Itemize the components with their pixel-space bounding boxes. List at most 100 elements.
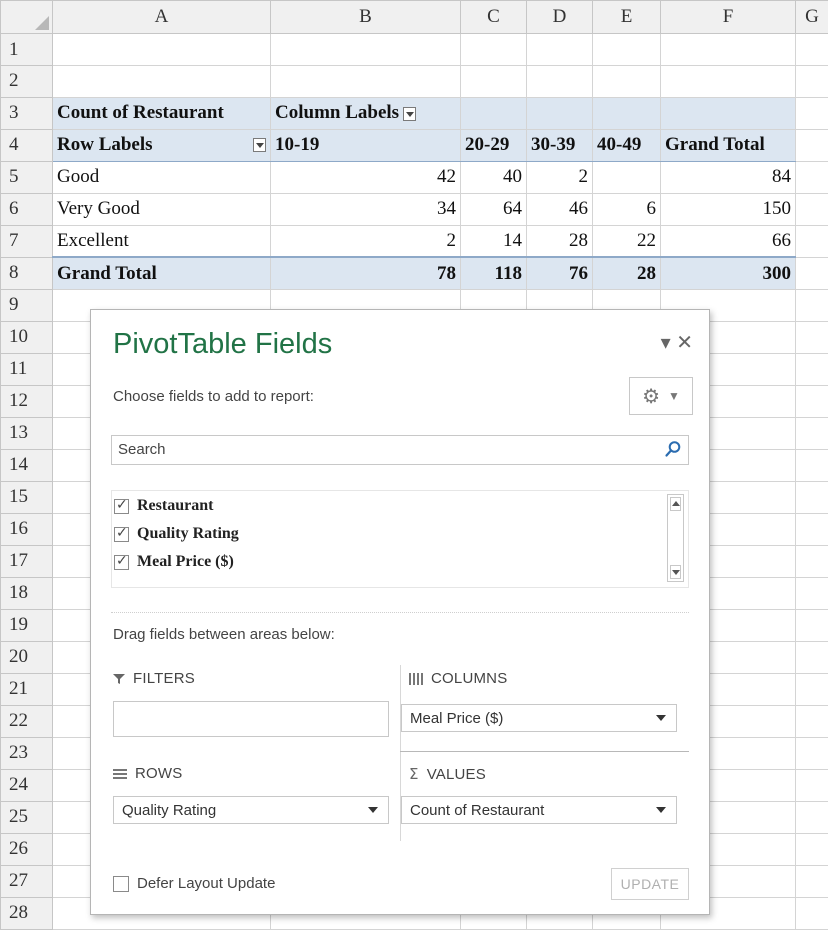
pivot-value[interactable]: 40 bbox=[460, 160, 527, 194]
row-header[interactable]: 9 bbox=[0, 288, 53, 322]
row-header[interactable]: 4 bbox=[0, 128, 53, 162]
row-header[interactable]: 20 bbox=[0, 640, 53, 674]
cell[interactable] bbox=[460, 33, 527, 66]
grand-total-value[interactable]: 300 bbox=[660, 256, 796, 290]
row-header[interactable]: 25 bbox=[0, 800, 53, 834]
row-header[interactable]: 5 bbox=[0, 160, 53, 194]
row-header[interactable]: 6 bbox=[0, 192, 53, 226]
field-item-meal-price[interactable]: Meal Price ($) bbox=[112, 549, 234, 575]
cell[interactable] bbox=[795, 33, 828, 66]
cell[interactable] bbox=[795, 640, 828, 674]
pivot-row-labels-cell[interactable]: Row Labels bbox=[52, 128, 271, 162]
row-header[interactable]: 24 bbox=[0, 768, 53, 802]
cell[interactable] bbox=[795, 800, 828, 834]
search-icon[interactable] bbox=[664, 440, 682, 458]
search-box[interactable] bbox=[111, 435, 689, 465]
pivot-value[interactable]: 28 bbox=[526, 224, 593, 258]
dropdown-arrow-icon[interactable] bbox=[368, 807, 378, 813]
pivot-value[interactable]: 2 bbox=[270, 224, 461, 258]
grand-total-value[interactable]: 118 bbox=[460, 256, 527, 290]
cell[interactable] bbox=[795, 480, 828, 514]
pivot-value[interactable]: 22 bbox=[592, 224, 661, 258]
pivot-value[interactable]: 42 bbox=[270, 160, 461, 194]
row-header[interactable]: 3 bbox=[0, 96, 53, 130]
pivot-value[interactable]: 2 bbox=[526, 160, 593, 194]
pivot-col-header[interactable]: 30-39 bbox=[526, 128, 593, 162]
update-button[interactable]: UPDATE bbox=[611, 868, 689, 900]
defer-checkbox[interactable] bbox=[113, 875, 129, 892]
row-header[interactable]: 14 bbox=[0, 448, 53, 482]
cell[interactable] bbox=[795, 608, 828, 642]
pivot-value[interactable] bbox=[592, 160, 661, 194]
cell[interactable] bbox=[460, 65, 527, 98]
pivot-row-label[interactable]: Very Good bbox=[52, 192, 271, 226]
row-header[interactable]: 7 bbox=[0, 224, 53, 258]
cell[interactable] bbox=[795, 896, 828, 930]
cell[interactable] bbox=[795, 576, 828, 610]
pivot-count-label[interactable]: Count of Restaurant bbox=[52, 96, 271, 130]
row-labels-filter-icon[interactable] bbox=[253, 138, 266, 153]
cell[interactable] bbox=[526, 33, 593, 66]
dropdown-arrow-icon[interactable] bbox=[656, 715, 666, 721]
pivot-value[interactable]: 150 bbox=[660, 192, 796, 226]
cell[interactable] bbox=[795, 832, 828, 866]
checkbox[interactable] bbox=[114, 553, 129, 570]
defer-layout-update[interactable]: Defer Layout Update bbox=[113, 875, 275, 892]
pivot-col-header[interactable]: 10-19 bbox=[270, 128, 461, 162]
pane-options-close-icon[interactable]: ▾ ✕ bbox=[661, 330, 693, 355]
checkbox[interactable] bbox=[114, 525, 129, 542]
row-header[interactable]: 17 bbox=[0, 544, 53, 578]
pivot-value[interactable]: 46 bbox=[526, 192, 593, 226]
pivot-value[interactable]: 84 bbox=[660, 160, 796, 194]
pivot-cell[interactable] bbox=[660, 96, 796, 130]
pivot-value[interactable]: 6 bbox=[592, 192, 661, 226]
cell[interactable] bbox=[795, 736, 828, 770]
cell[interactable] bbox=[52, 33, 271, 66]
pivot-col-header[interactable]: 40-49 bbox=[592, 128, 661, 162]
cell[interactable] bbox=[795, 288, 828, 322]
cell[interactable] bbox=[795, 704, 828, 738]
rows-field-quality-rating[interactable]: Quality Rating bbox=[113, 796, 389, 824]
cell[interactable] bbox=[795, 352, 828, 386]
pivot-value[interactable]: 66 bbox=[660, 224, 796, 258]
cell[interactable] bbox=[795, 160, 828, 194]
cell[interactable] bbox=[660, 33, 796, 66]
cell[interactable] bbox=[795, 192, 828, 226]
cell[interactable] bbox=[270, 33, 461, 66]
row-header[interactable]: 28 bbox=[0, 896, 53, 930]
row-header[interactable]: 27 bbox=[0, 864, 53, 898]
row-header[interactable]: 18 bbox=[0, 576, 53, 610]
cell[interactable] bbox=[795, 384, 828, 418]
grand-total-value[interactable]: 78 bbox=[270, 256, 461, 290]
cell[interactable] bbox=[795, 672, 828, 706]
row-header[interactable]: 1 bbox=[0, 33, 53, 66]
scroll-down-icon[interactable] bbox=[670, 565, 681, 579]
cell[interactable] bbox=[795, 544, 828, 578]
cell[interactable] bbox=[795, 65, 828, 98]
row-header[interactable]: 2 bbox=[0, 65, 53, 98]
field-item-quality-rating[interactable]: Quality Rating bbox=[112, 521, 239, 547]
grand-total-value[interactable]: 76 bbox=[526, 256, 593, 290]
columns-field-meal-price[interactable]: Meal Price ($) bbox=[401, 704, 677, 732]
row-header[interactable]: 16 bbox=[0, 512, 53, 546]
row-header[interactable]: 21 bbox=[0, 672, 53, 706]
field-item-restaurant[interactable]: Restaurant bbox=[112, 493, 213, 519]
cell[interactable] bbox=[795, 416, 828, 450]
row-header[interactable]: 11 bbox=[0, 352, 53, 386]
checkbox[interactable] bbox=[114, 497, 129, 514]
pivot-row-label[interactable]: Good bbox=[52, 160, 271, 194]
row-header[interactable]: 23 bbox=[0, 736, 53, 770]
cell[interactable] bbox=[795, 768, 828, 802]
cell[interactable] bbox=[795, 96, 828, 130]
column-header-f[interactable]: F bbox=[660, 0, 796, 35]
cell[interactable] bbox=[795, 320, 828, 354]
row-header[interactable]: 13 bbox=[0, 416, 53, 450]
column-header-d[interactable]: D bbox=[526, 0, 593, 35]
pivot-value[interactable]: 14 bbox=[460, 224, 527, 258]
cell[interactable] bbox=[795, 512, 828, 546]
column-header-a[interactable]: A bbox=[52, 0, 271, 35]
column-labels-filter-icon[interactable] bbox=[403, 107, 417, 122]
grand-total-value[interactable]: 28 bbox=[592, 256, 661, 290]
row-header[interactable]: 26 bbox=[0, 832, 53, 866]
row-header[interactable]: 22 bbox=[0, 704, 53, 738]
